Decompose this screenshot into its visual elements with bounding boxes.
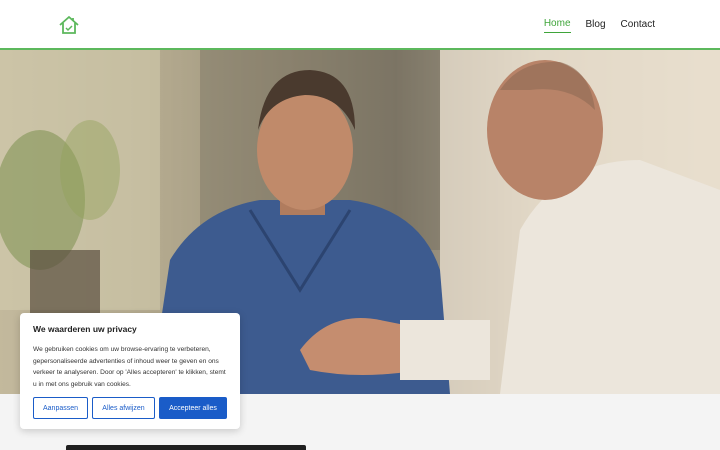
customize-button[interactable]: Aanpassen <box>33 397 88 419</box>
site-header: Home Blog Contact <box>0 0 720 50</box>
cookie-text: We gebruiken cookies om uw browse-ervari… <box>33 346 226 388</box>
nav-blog-link[interactable]: Blog <box>586 16 606 33</box>
heading-text-cutoff <box>66 445 306 450</box>
cookie-buttons: Aanpassen Alles afwijzen Accepteer alles <box>33 397 227 419</box>
reject-all-button[interactable]: Alles afwijzen <box>92 397 155 419</box>
house-icon[interactable] <box>58 15 80 35</box>
main-nav: Home Blog Contact <box>543 0 655 48</box>
cookie-consent-banner: We waarderen uw privacy We gebruiken coo… <box>20 313 240 429</box>
cookie-title: We waarderen uw privacy <box>33 324 137 334</box>
section-heading-partial <box>66 445 326 450</box>
nav-home-link[interactable]: Home <box>543 15 571 33</box>
nav-contact-link[interactable]: Contact <box>621 16 655 33</box>
accept-all-button[interactable]: Accepteer alles <box>159 397 227 419</box>
